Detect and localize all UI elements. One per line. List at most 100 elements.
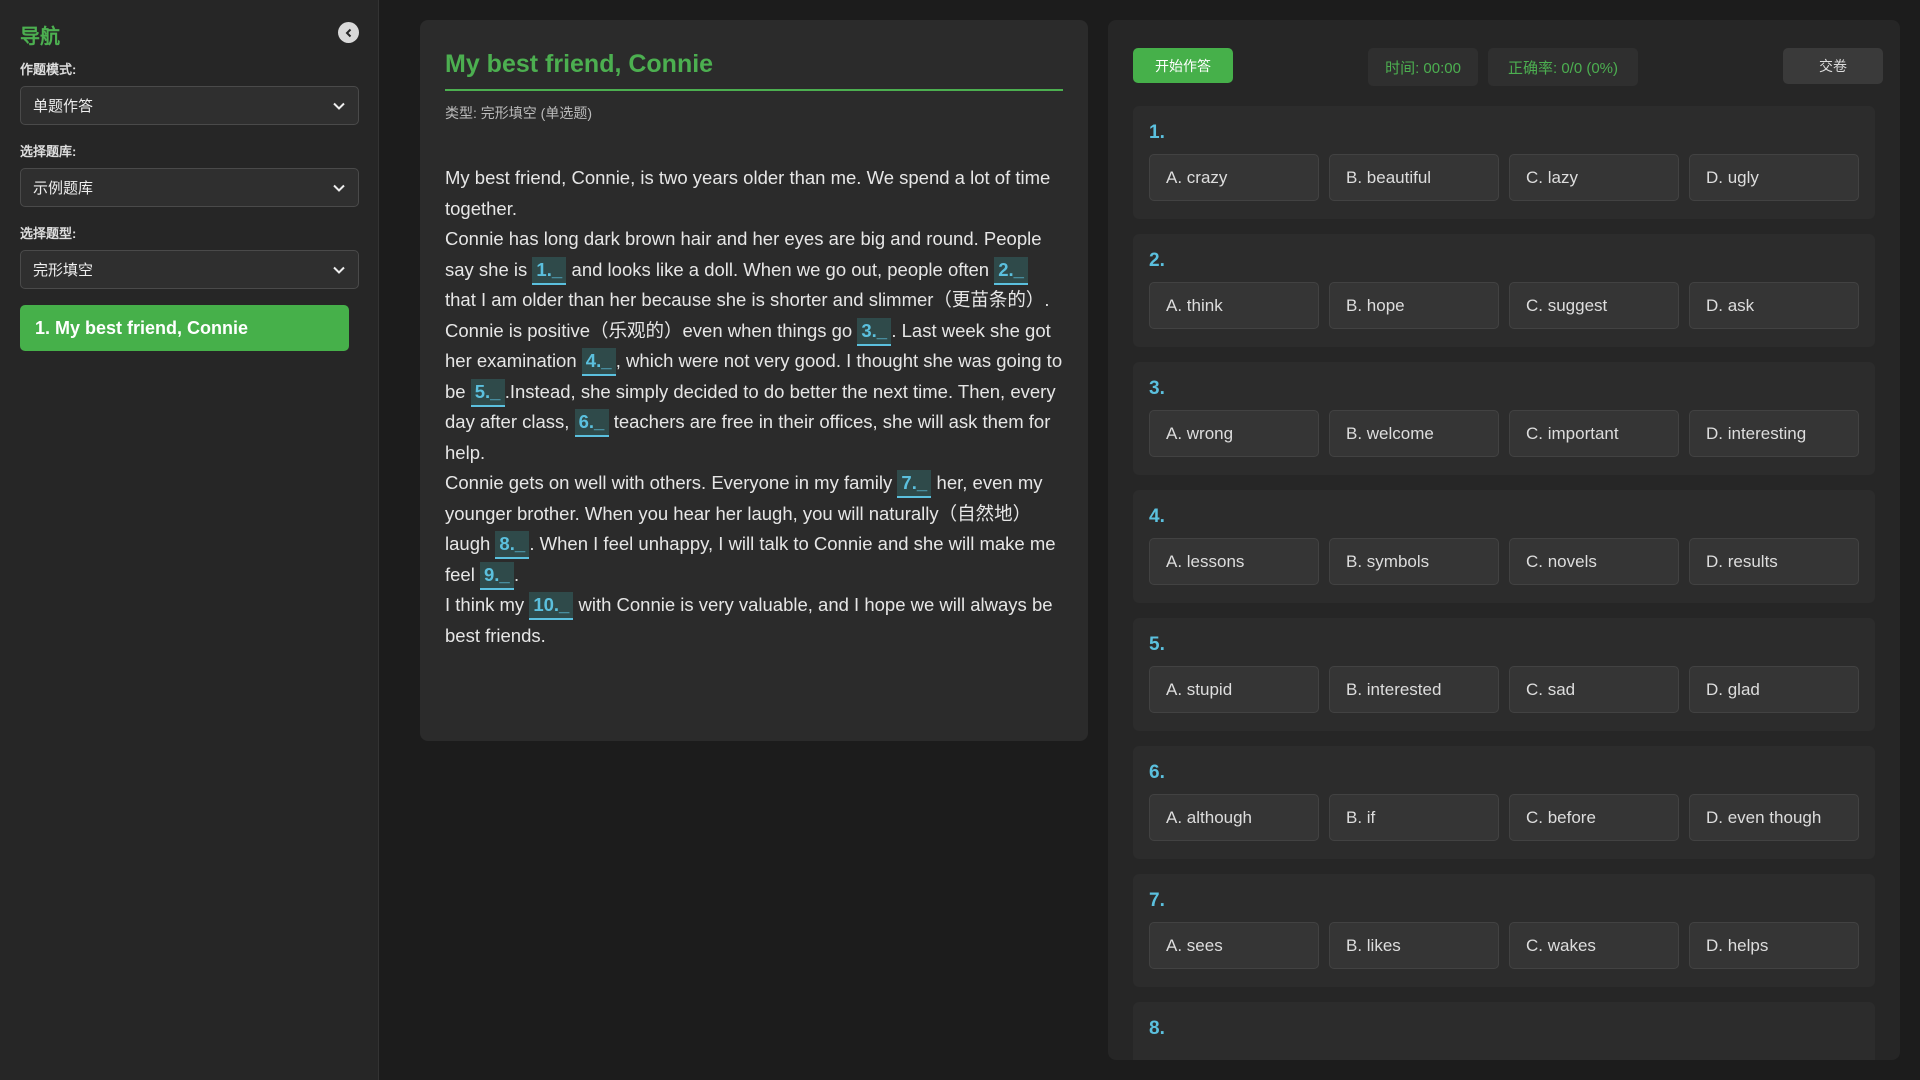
- question-number: 1.: [1149, 122, 1165, 143]
- passage-paragraph: Connie gets on well with others. Everyon…: [445, 468, 1063, 590]
- option-row: A. lessons B. symbols C. novels D. results: [1149, 538, 1859, 585]
- question-card: 5. A. stupid B. interested C. sad D. glad: [1133, 618, 1875, 731]
- option-button[interactable]: B. likes: [1329, 922, 1499, 969]
- question-list: 1. A. crazy B. beautiful C. lazy D. ugly 2. A.…: [1133, 106, 1875, 1060]
- toolbar: 开始作答 时间: 00:00 正确率: 0/0 (0%) 交卷: [1133, 48, 1883, 88]
- option-button[interactable]: A. think: [1149, 282, 1319, 329]
- chevron-down-icon: [333, 102, 345, 110]
- option-button[interactable]: C. sad: [1509, 666, 1679, 713]
- passage-title: My best friend, Connie: [445, 50, 1063, 91]
- type-label: 选择题型:: [20, 226, 77, 241]
- type-select-value: 完形填空: [33, 262, 94, 279]
- blank-marker[interactable]: 10._: [529, 592, 574, 620]
- question-card: 7. A. sees B. likes C. wakes D. helps: [1133, 874, 1875, 987]
- option-button[interactable]: A. lessons: [1149, 538, 1319, 585]
- blank-marker[interactable]: 7._: [897, 470, 932, 498]
- option-button[interactable]: B. interested: [1329, 666, 1499, 713]
- blank-marker[interactable]: 6._: [574, 409, 609, 437]
- blank-marker[interactable]: 9._: [479, 561, 514, 590]
- question-number: 7.: [1149, 890, 1165, 911]
- option-button[interactable]: D. even though: [1689, 794, 1859, 841]
- question-card: 2. A. think B. hope C. suggest D. ask: [1133, 234, 1875, 347]
- bank-select-value: 示例题库: [33, 180, 94, 197]
- blank-marker[interactable]: 2._: [994, 256, 1029, 285]
- question-card: 1. A. crazy B. beautiful C. lazy D. ugly: [1133, 106, 1875, 219]
- option-button[interactable]: D. ask: [1689, 282, 1859, 329]
- option-row: A. although B. if C. before D. even though: [1149, 794, 1859, 841]
- collapse-sidebar-icon[interactable]: [338, 22, 359, 43]
- passage-text-segment: that I am older than her because she is …: [445, 289, 1050, 310]
- chevron-down-icon: [333, 184, 345, 192]
- question-number: 3.: [1149, 378, 1165, 399]
- option-button[interactable]: C. before: [1509, 794, 1679, 841]
- passage-text: My best friend, Connie, is two years old…: [445, 163, 1063, 651]
- passage-type: 类型: 完形填空 (单选题): [445, 105, 592, 121]
- option-row: A. crazy B. beautiful C. lazy D. ugly: [1149, 154, 1859, 201]
- passage-paragraph: I think my 10._ with Connie is very valu…: [445, 590, 1063, 651]
- mode-label: 作题模式:: [20, 62, 77, 77]
- sidebar-item-lesson-1[interactable]: 1. My best friend, Connie: [20, 305, 349, 351]
- type-select[interactable]: 完形填空: [20, 250, 359, 289]
- passage-text-segment: I think my: [445, 594, 530, 615]
- passage-paragraph: Connie has long dark brown hair and her …: [445, 224, 1063, 316]
- blank-marker[interactable]: 5._: [470, 378, 505, 407]
- blank-marker[interactable]: 8._: [495, 531, 530, 559]
- passage-text-segment: . When I feel unhappy, I will talk to Co…: [445, 533, 1056, 585]
- option-button[interactable]: A. although: [1149, 794, 1319, 841]
- option-button[interactable]: D. ugly: [1689, 154, 1859, 201]
- option-button[interactable]: A. stupid: [1149, 666, 1319, 713]
- passage-text-segment: Connie gets on well with others. Everyon…: [445, 472, 898, 493]
- questions-panel: 开始作答 时间: 00:00 正确率: 0/0 (0%) 交卷 1. A. cra…: [1108, 20, 1900, 1060]
- question-number: 4.: [1149, 506, 1165, 527]
- timer-display: 时间: 00:00: [1368, 48, 1478, 86]
- option-button[interactable]: B. symbols: [1329, 538, 1499, 585]
- submit-button[interactable]: 交卷: [1783, 48, 1883, 84]
- option-button[interactable]: B. if: [1329, 794, 1499, 841]
- option-button[interactable]: B. hope: [1329, 282, 1499, 329]
- option-button[interactable]: B. welcome: [1329, 410, 1499, 457]
- option-row: A. sees B. likes C. wakes D. helps: [1149, 922, 1859, 969]
- option-button[interactable]: B. beautiful: [1329, 154, 1499, 201]
- passage-panel: My best friend, Connie 类型: 完形填空 (单选题) My…: [420, 20, 1088, 741]
- option-button[interactable]: C. novels: [1509, 538, 1679, 585]
- blank-marker[interactable]: 4._: [581, 348, 616, 376]
- option-button[interactable]: A. wrong: [1149, 410, 1319, 457]
- bank-label: 选择题库:: [20, 144, 77, 159]
- mode-select[interactable]: 单题作答: [20, 86, 359, 125]
- question-card: 3. A. wrong B. welcome C. important D. inter…: [1133, 362, 1875, 475]
- question-number: 5.: [1149, 634, 1165, 655]
- option-button[interactable]: D. glad: [1689, 666, 1859, 713]
- option-row: A. think B. hope C. suggest D. ask: [1149, 282, 1859, 329]
- option-row: A. stupid B. interested C. sad D. glad: [1149, 666, 1859, 713]
- passage-text-segment: Connie is positive（乐观的）even when things …: [445, 319, 858, 341]
- passage-text-segment: .: [513, 563, 520, 585]
- question-card: 6. A. although B. if C. before D. even thoug…: [1133, 746, 1875, 859]
- bank-select[interactable]: 示例题库: [20, 168, 359, 207]
- question-card: 8.: [1133, 1002, 1875, 1060]
- blank-marker[interactable]: 1._: [532, 256, 567, 285]
- accuracy-display: 正确率: 0/0 (0%): [1488, 48, 1638, 86]
- question-card: 4. A. lessons B. symbols C. novels D. result…: [1133, 490, 1875, 603]
- passage-paragraph: My best friend, Connie, is two years old…: [445, 163, 1063, 224]
- option-button[interactable]: A. crazy: [1149, 154, 1319, 201]
- mode-select-value: 单题作答: [33, 98, 94, 115]
- sidebar: 导航 作题模式: 单题作答 选择题库: 示例题库 选择题型: 完形填空 1. M…: [0, 0, 379, 1080]
- question-number: 6.: [1149, 762, 1165, 783]
- option-button[interactable]: C. important: [1509, 410, 1679, 457]
- blank-marker[interactable]: 3._: [857, 317, 892, 346]
- passage-paragraph: Connie is positive（乐观的）even when things …: [445, 316, 1063, 469]
- option-button[interactable]: A. sees: [1149, 922, 1319, 969]
- sidebar-title: 导航: [20, 26, 60, 48]
- option-button[interactable]: D. results: [1689, 538, 1859, 585]
- option-button[interactable]: C. lazy: [1509, 154, 1679, 201]
- question-number: 2.: [1149, 250, 1165, 271]
- passage-text-segment: My best friend, Connie, is two years old…: [445, 167, 1051, 219]
- option-button[interactable]: C. suggest: [1509, 282, 1679, 329]
- passage-text-segment: and looks like a doll. When we go out, p…: [566, 258, 995, 280]
- start-button[interactable]: 开始作答: [1133, 48, 1233, 83]
- option-button[interactable]: D. helps: [1689, 922, 1859, 969]
- option-button[interactable]: D. interesting: [1689, 410, 1859, 457]
- option-row: A. wrong B. welcome C. important D. interes…: [1149, 410, 1859, 457]
- option-button[interactable]: C. wakes: [1509, 922, 1679, 969]
- chevron-down-icon: [333, 266, 345, 274]
